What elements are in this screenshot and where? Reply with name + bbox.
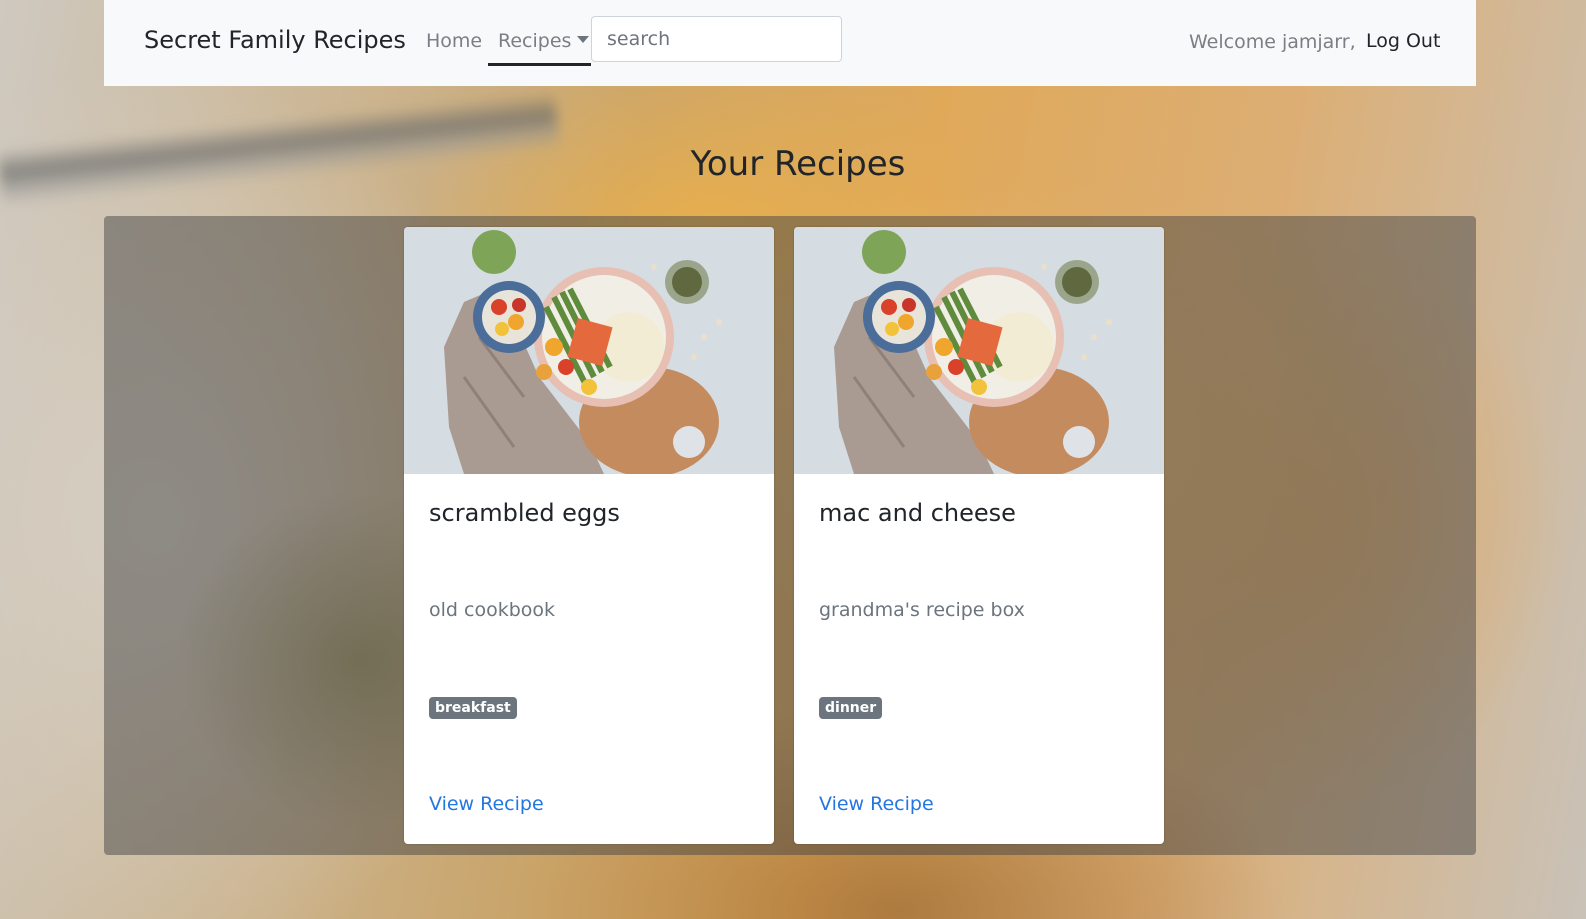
food-plate-photo-icon bbox=[404, 227, 774, 474]
category-badge: dinner bbox=[819, 697, 883, 719]
logout-link[interactable]: Log Out bbox=[1366, 30, 1440, 52]
caret-down-icon bbox=[577, 36, 590, 43]
recipe-title: mac and cheese bbox=[819, 499, 1016, 527]
brand-link[interactable]: Secret Family Recipes bbox=[144, 26, 406, 54]
view-recipe-link[interactable]: View Recipe bbox=[819, 793, 934, 815]
food-plate-photo-icon bbox=[794, 227, 1164, 474]
welcome-text: Welcome jamjarr, bbox=[1189, 31, 1356, 53]
nav-recipes-label: Recipes bbox=[498, 30, 572, 52]
nav-home-link[interactable]: Home bbox=[426, 30, 482, 52]
search-input[interactable] bbox=[591, 16, 842, 62]
recipe-card: scrambled eggs old cookbook breakfast Vi… bbox=[404, 227, 774, 844]
recipe-card: mac and cheese grandma's recipe box dinn… bbox=[794, 227, 1164, 844]
nav-recipes-dropdown[interactable]: Recipes bbox=[488, 16, 591, 66]
recipe-source: grandma's recipe box bbox=[819, 599, 1025, 621]
navbar: Secret Family Recipes Home Recipes Welco… bbox=[104, 0, 1476, 86]
category-badge: breakfast bbox=[429, 697, 517, 719]
page-title: Your Recipes bbox=[690, 144, 906, 184]
recipe-title: scrambled eggs bbox=[429, 499, 620, 527]
recipe-source: old cookbook bbox=[429, 599, 556, 621]
recipes-panel bbox=[104, 216, 1476, 855]
view-recipe-link[interactable]: View Recipe bbox=[429, 793, 544, 815]
